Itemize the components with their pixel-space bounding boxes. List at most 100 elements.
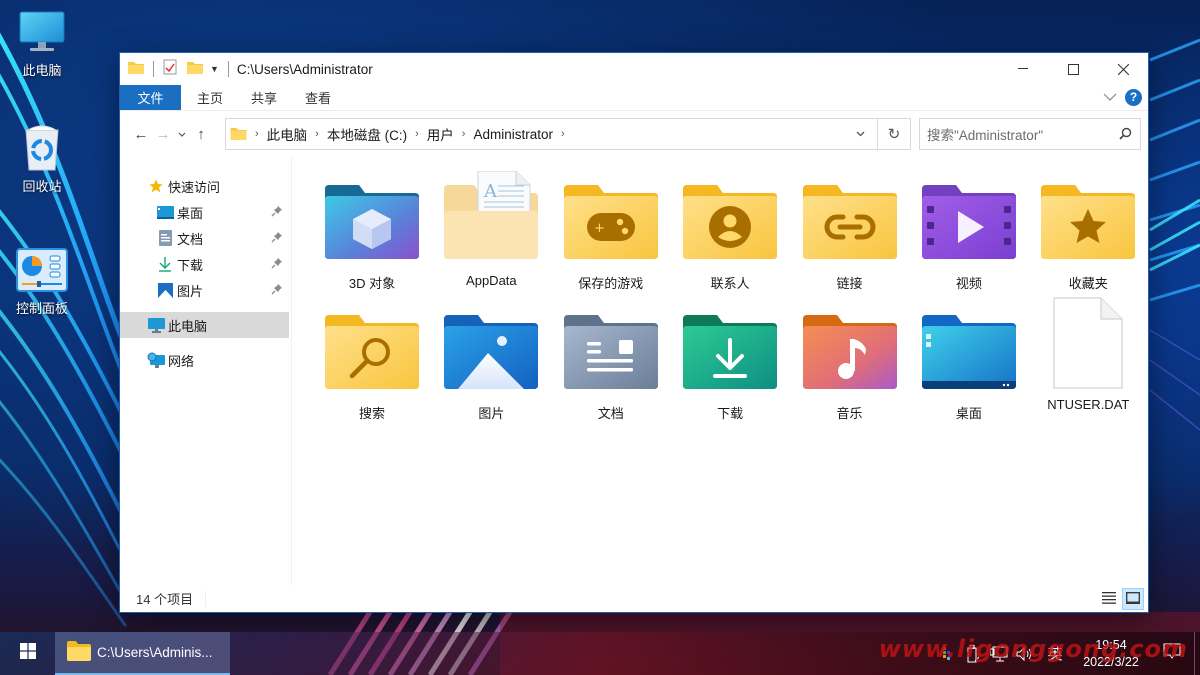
saved-games-folder-icon: + [561,175,661,259]
file-item-music[interactable]: 音乐 [790,305,909,435]
file-item-appdata[interactable]: A AppData [432,171,551,305]
refresh-button[interactable]: ↻ [877,119,910,149]
file-item-name: NTUSER.DAT [1047,397,1130,412]
file-item-contacts[interactable]: 联系人 [670,175,789,305]
documents-icon [156,230,174,246]
recent-locations-button[interactable] [174,132,190,137]
tab-file[interactable]: 文件 [120,85,181,110]
system-tray: 英 19:54 2022/3/22 [934,632,1200,675]
minimize-button[interactable] [998,53,1048,85]
breadcrumb-this-pc[interactable]: 此电脑 [267,124,308,144]
network-status-icon[interactable] [986,646,1012,662]
details-view-icon [1102,591,1116,607]
toolbar-divider [153,61,154,77]
chevron-right-icon[interactable]: › [462,128,466,140]
breadcrumb-administrator[interactable]: Administrator [473,127,553,142]
show-desktop-button[interactable] [1194,632,1200,675]
title-bar[interactable]: ▼ C:\Users\Administrator [120,53,1148,85]
navigation-pane: 快速访问 桌面 文档 下载 图片 此电脑 网络 [120,157,293,585]
pin-icon[interactable] [271,205,283,220]
back-button[interactable]: ← [130,126,152,143]
sidebar-item-pictures[interactable]: 图片 [120,277,291,303]
desktop-icon-control-panel[interactable]: 控制面板 [2,246,82,317]
desktop-icon-recycle-bin[interactable]: 回收站 [2,124,82,195]
downloads-icon [156,256,174,272]
breadcrumb-local-disk[interactable]: 本地磁盘 (C:) [327,124,407,144]
music-folder-icon [800,305,900,389]
file-item-pictures[interactable]: 图片 [432,305,551,435]
file-item-searches[interactable]: 搜索 [312,305,431,435]
sidebar-item-label: 图片 [177,283,204,299]
file-item-favorites[interactable]: 收藏夹 [1029,175,1148,305]
pin-icon[interactable] [271,231,283,246]
desktop-folder-icon [919,305,1019,389]
file-item-3d-objects[interactable]: 3D 对象 [312,175,431,305]
search-icon[interactable] [1119,127,1132,143]
file-list: 3D 对象 A AppData + 保存的游戏 联系人 链接 视频 收藏夹 搜索… [292,157,1148,585]
file-item-documents[interactable]: 文档 [551,305,670,435]
file-item-desktop[interactable]: 桌面 [909,305,1028,435]
file-item-videos[interactable]: 视频 [909,175,1028,305]
file-icon [1038,297,1138,389]
tab-view[interactable]: 查看 [291,85,345,110]
file-item-ntuser-dat[interactable]: NTUSER.DAT [1029,297,1148,435]
volume-icon[interactable] [1012,646,1038,661]
chevron-right-icon[interactable]: › [561,128,565,140]
start-button[interactable] [0,632,55,675]
links-folder-icon [800,175,900,259]
action-center-button[interactable] [1150,643,1194,664]
tab-home[interactable]: 主页 [183,85,237,110]
clock[interactable]: 19:54 2022/3/22 [1072,637,1150,671]
desktop-icon [156,205,174,219]
file-item-downloads[interactable]: 下载 [670,305,789,435]
downloads-folder-icon [680,305,780,389]
search-placeholder: 搜索"Administrator" [927,128,1044,143]
file-item-name: 下载 [717,406,744,421]
status-bar: 14 个项目 [120,585,1148,612]
file-item-name: 视频 [955,276,982,291]
pin-icon[interactable] [271,257,283,272]
file-item-saved-games[interactable]: + 保存的游戏 [551,175,670,305]
chevron-right-icon[interactable]: › [315,128,319,140]
desktop-icon-this-pc[interactable]: 此电脑 [2,8,82,79]
sidebar-item-label: 文档 [177,231,204,247]
address-bar[interactable]: › 此电脑 › 本地磁盘 (C:) › 用户 › Administrator ›… [225,118,911,150]
details-view-button[interactable] [1098,588,1120,610]
large-icons-view-button[interactable] [1122,588,1144,610]
help-button[interactable]: ? [1125,88,1142,106]
maximize-button[interactable] [1048,53,1098,85]
sidebar-item-documents[interactable]: 文档 [120,225,291,251]
sidebar-item-downloads[interactable]: 下载 [120,251,291,277]
input-method-indicator[interactable]: 英 [1042,643,1068,664]
customize-dropdown-icon[interactable]: ▼ [210,64,219,74]
expand-ribbon-icon[interactable] [1103,88,1117,106]
sidebar-item-network[interactable]: 网络 [120,347,291,373]
taskbar-app-file-explorer[interactable]: C:\Users\Adminis... [55,632,230,675]
file-item-name: 链接 [836,276,863,291]
chevron-right-icon[interactable]: › [255,128,259,140]
tab-share[interactable]: 共享 [237,85,291,110]
pin-icon[interactable] [271,283,283,298]
sidebar-item-this-pc[interactable]: 此电脑 [120,312,290,338]
file-item-name: 桌面 [955,406,982,421]
color-app-icon[interactable] [934,646,960,661]
properties-icon[interactable] [163,59,177,80]
sidebar-item-quick-access[interactable]: 快速访问 [120,173,291,199]
address-dropdown-button[interactable] [843,129,877,140]
sidebar-item-desktop[interactable]: 桌面 [120,199,291,225]
file-item-name: 音乐 [836,406,863,421]
desktop-icon-label: 控制面板 [15,301,68,316]
up-button[interactable]: ↑ [190,126,212,143]
computer-icon [2,8,82,56]
close-button[interactable] [1098,53,1148,85]
file-item-links[interactable]: 链接 [790,175,909,305]
breadcrumb-users[interactable]: 用户 [427,124,454,144]
desktop-icon-label: 回收站 [22,179,62,194]
chevron-right-icon[interactable]: › [415,128,419,140]
search-input[interactable]: 搜索"Administrator" [919,118,1141,150]
new-folder-icon[interactable] [187,60,203,79]
file-item-name: 搜索 [358,406,385,421]
usb-device-icon[interactable] [960,644,986,663]
forward-button[interactable]: → [152,126,174,143]
file-item-name: 联系人 [710,276,750,291]
